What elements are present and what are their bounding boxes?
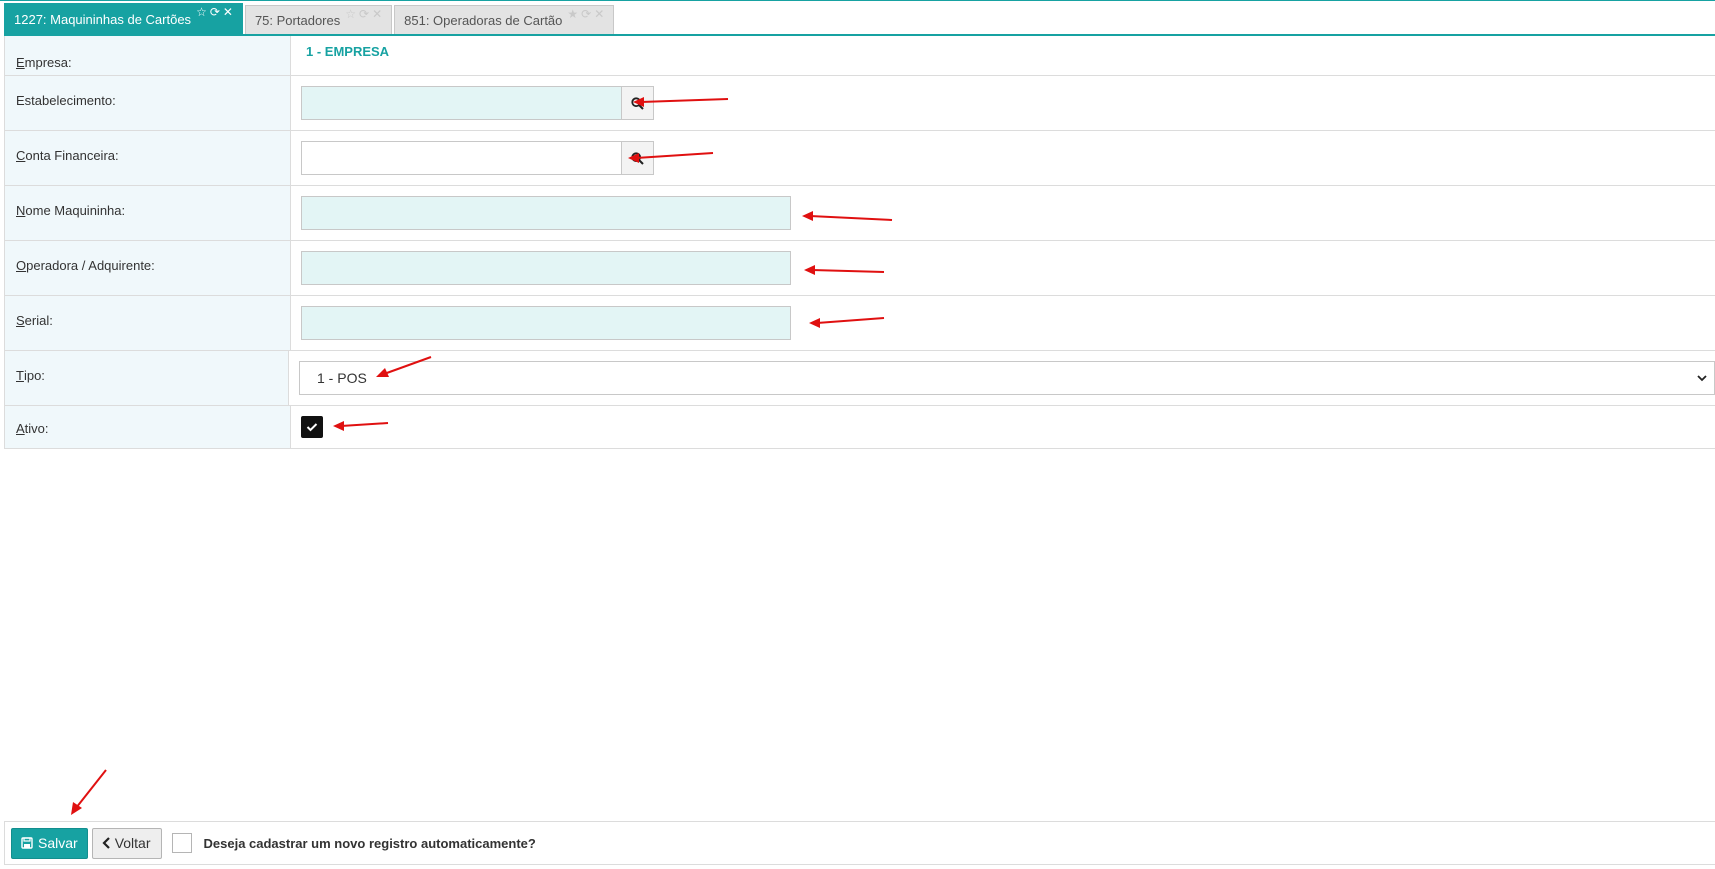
label-empresa: Empresa:: [5, 36, 291, 75]
chevron-down-icon: [1697, 375, 1707, 382]
row-ativo: Ativo:: [5, 406, 1715, 449]
conta-financeira-input[interactable]: [301, 141, 621, 175]
refresh-icon[interactable]: ⟳: [581, 8, 591, 20]
annotation-arrow: [809, 317, 885, 328]
tab-portadores[interactable]: 75: Portadores ☆ ⟳ ✕: [244, 5, 393, 34]
auto-register-checkbox[interactable]: [171, 833, 192, 853]
back-button-label: Voltar: [114, 835, 151, 851]
nome-maquininha-input[interactable]: [301, 196, 791, 230]
label-tipo: Tipo:: [5, 351, 289, 405]
form-table: Empresa: 1 - EMPRESA Estabelecimento: C …: [4, 36, 1715, 449]
tab-bar: 1227: Maquininhas de Cartões ☆ ⟳ ✕ 75: P…: [4, 3, 616, 34]
label-ativo: Ativo:: [5, 406, 291, 448]
row-conta-financeira: Conta Financeira:: [5, 131, 1715, 186]
label-conta-financeira: Conta Financeira:: [5, 131, 291, 185]
row-serial: Serial:: [5, 296, 1715, 351]
ativo-checkbox[interactable]: [301, 416, 323, 438]
refresh-icon[interactable]: ⟳: [210, 6, 220, 18]
star-icon[interactable]: ☆: [345, 8, 356, 20]
annotation-arrow: [71, 769, 107, 815]
app-window: 1227: Maquininhas de Cartões ☆ ⟳ ✕ 75: P…: [0, 0, 1715, 869]
tab-label: 75: Portadores: [254, 12, 341, 28]
form-footer: Salvar Voltar Deseja cadastrar um novo r…: [4, 821, 1715, 865]
estabelecimento-lookup: [301, 86, 654, 120]
field-operadora: [291, 241, 1715, 295]
label-serial: Serial:: [5, 296, 291, 350]
annotation-arrow: [333, 421, 389, 431]
empresa-value: 1 - EMPRESA: [306, 44, 390, 59]
star-icon[interactable]: ★: [567, 8, 578, 20]
close-icon[interactable]: ✕: [372, 8, 382, 20]
tipo-selected-value: 1 - POS: [317, 370, 367, 386]
close-icon[interactable]: ✕: [594, 8, 604, 20]
field-tipo: 1 - POS: [289, 351, 1715, 405]
label-operadora: Operadora / Adquirente:: [5, 241, 291, 295]
field-ativo: [291, 406, 1715, 448]
row-nome-maquininha: Nome Maquininha:: [5, 186, 1715, 241]
search-icon: [631, 96, 644, 110]
tab-label: 851: Operadoras de Cartão: [404, 12, 563, 28]
field-conta-financeira: [291, 131, 1715, 185]
search-icon: [631, 151, 644, 165]
field-empresa: 1 - EMPRESA: [291, 36, 1715, 75]
row-empresa: Empresa: 1 - EMPRESA: [5, 36, 1715, 76]
tab-label: 1227: Maquininhas de Cartões: [14, 11, 192, 27]
field-serial: [291, 296, 1715, 350]
conta-financeira-lookup: [301, 141, 654, 175]
refresh-icon[interactable]: ⟳: [359, 8, 369, 20]
back-button[interactable]: Voltar: [91, 827, 162, 859]
operadora-input[interactable]: [301, 251, 791, 285]
tipo-select[interactable]: 1 - POS: [299, 361, 1715, 395]
label-nome-maquininha: Nome Maquininha:: [5, 186, 291, 240]
label-estabelecimento: Estabelecimento:: [5, 76, 291, 130]
row-operadora: Operadora / Adquirente:: [5, 241, 1715, 296]
serial-input[interactable]: [301, 306, 791, 340]
row-tipo: Tipo: 1 - POS: [5, 351, 1715, 406]
annotation-arrow: [804, 265, 885, 275]
check-icon: [306, 423, 318, 432]
annotation-arrow: [802, 211, 893, 221]
conta-financeira-search-button[interactable]: [621, 141, 654, 175]
tab-operadoras[interactable]: 851: Operadoras de Cartão ★ ⟳ ✕: [394, 5, 615, 34]
star-icon[interactable]: ☆: [196, 6, 207, 18]
row-estabelecimento: Estabelecimento:: [5, 76, 1715, 131]
save-button-label: Salvar: [38, 835, 78, 851]
top-accent-line: [0, 0, 1715, 1]
chevron-left-icon: [102, 837, 110, 849]
field-nome-maquininha: [291, 186, 1715, 240]
estabelecimento-search-button[interactable]: [621, 86, 654, 120]
save-button[interactable]: Salvar: [11, 827, 88, 859]
estabelecimento-input[interactable]: [301, 86, 621, 120]
floppy-disk-icon: [21, 837, 33, 849]
tab-maquininhas[interactable]: 1227: Maquininhas de Cartões ☆ ⟳ ✕: [4, 3, 243, 34]
close-icon[interactable]: ✕: [223, 6, 233, 18]
field-estabelecimento: [291, 76, 1715, 130]
auto-register-label: Deseja cadastrar um novo registro automa…: [203, 835, 536, 851]
